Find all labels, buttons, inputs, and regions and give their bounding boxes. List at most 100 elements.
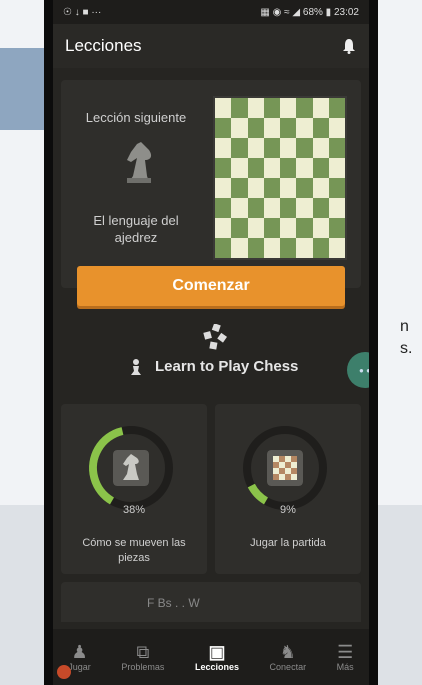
knight-icon [127,142,152,183]
board-square [296,138,313,158]
lesson-card[interactable]: 38% Cómo se mueven las piezas [61,404,207,574]
board-square [247,138,264,158]
board-square [328,118,345,138]
board-square [328,158,345,178]
nav-mas[interactable]: ☰ Más [337,642,354,672]
board-square [296,158,313,178]
board-square [231,118,248,138]
board-square [215,138,232,158]
board-square [296,118,313,138]
bottom-navigation: ♟ Jugar ⧉ Problemas ▣ Lecciones ♞ Conect… [53,629,369,685]
board-square [296,198,313,218]
next-course-card[interactable]: F Bs . . W [61,582,361,622]
board-square [247,238,264,258]
board-square [215,118,232,138]
board-square [328,98,345,118]
board-square [312,158,329,178]
app-bar: Lecciones [53,24,369,68]
course-header: Learn to Play Chess [61,324,361,396]
board-square [263,138,280,158]
progress-percent: 9% [280,504,296,516]
page-title: Lecciones [65,36,142,55]
board-square [312,198,329,218]
notification-dot [57,665,71,679]
nav-jugar[interactable]: ♟ Jugar [68,642,91,672]
board-square [280,178,297,198]
board-square [280,218,297,238]
board-square [312,178,329,198]
board-square [231,138,248,158]
board-square [312,118,329,138]
background-text-1: n [400,318,409,335]
board-square [328,238,345,258]
board-square [328,138,345,158]
floating-badge[interactable]: ● ● [347,352,369,388]
board-square [263,158,280,178]
nav-conectar[interactable]: ♞ Conectar [270,642,307,672]
menu-icon: ☰ [337,642,354,662]
pawn-icon [131,359,141,375]
board-square [247,118,264,138]
progress-percent: 38% [122,504,146,516]
board-square [231,198,248,218]
board-square [215,158,232,178]
board-square [263,238,280,258]
phone-screen: ☉ ↓ ■ ··· ▦ ◉ ≈ ◢ 68% ▮ 23:02 Lecciones … [44,0,378,685]
board-square [280,158,297,178]
board-square [231,178,248,198]
lesson-title: Cómo se mueven las piezas [82,537,186,564]
board-square [280,198,297,218]
board-square [312,98,329,118]
next-course-title: F Bs . . W [147,596,200,610]
board-square [263,118,280,138]
nav-label: Jugar [68,662,91,672]
board-square [231,238,248,258]
board-square [247,178,264,198]
board-square [231,98,248,118]
board-square [247,98,264,118]
nav-label: Conectar [269,662,307,672]
start-button[interactable]: Comenzar [77,266,345,306]
pawn-flag-icon: ♟ [71,642,88,662]
scattered-pieces-icon [203,324,227,350]
status-right-text: ▦ ◉ ≈ ◢ 68% ▮ 23:02 [260,6,359,18]
nav-label: Problemas [121,662,165,672]
board-square [215,238,232,258]
board-square [296,98,313,118]
board-square [328,218,345,238]
next-lesson-label: Lección siguiente [85,110,187,125]
board-square [328,178,345,198]
next-lesson-card: Lección siguiente El lenguaje del ajedre… [61,80,361,306]
board-square [231,218,248,238]
lesson-card[interactable]: 9% Jugar la partida [215,404,361,574]
lessons-grid: 38% Cómo se mueven las piezas 9% Jugar l… [61,404,361,574]
background-text-2: s. [400,340,413,357]
nav-label: Más [336,662,354,672]
lesson-title: Jugar la partida [250,537,326,549]
status-left-icons: ☉ ↓ ■ ··· [63,6,102,18]
board-icon [267,450,303,486]
board-square [312,238,329,258]
course-title: Learn to Play Chess [155,358,299,375]
board-square [215,178,232,198]
board-square [247,218,264,238]
board-square [296,178,313,198]
nav-problemas[interactable]: ⧉ Problemas [121,642,164,672]
board-square [280,118,297,138]
board-square [280,98,297,118]
nav-label: Lecciones [194,662,239,672]
board-square [263,198,280,218]
chessboard-preview [213,96,347,260]
board-square [263,178,280,198]
board-square [215,98,232,118]
board-square [231,158,248,178]
board-square [312,138,329,158]
nav-lecciones[interactable]: ▣ Lecciones [195,642,239,672]
board-square [328,198,345,218]
board-square [215,198,232,218]
next-lesson-name: El lenguaje del ajedrez [93,213,179,245]
lessons-icon: ▣ [208,642,226,662]
board-square [296,238,313,258]
bell-icon[interactable] [341,37,357,55]
board-square [215,218,232,238]
